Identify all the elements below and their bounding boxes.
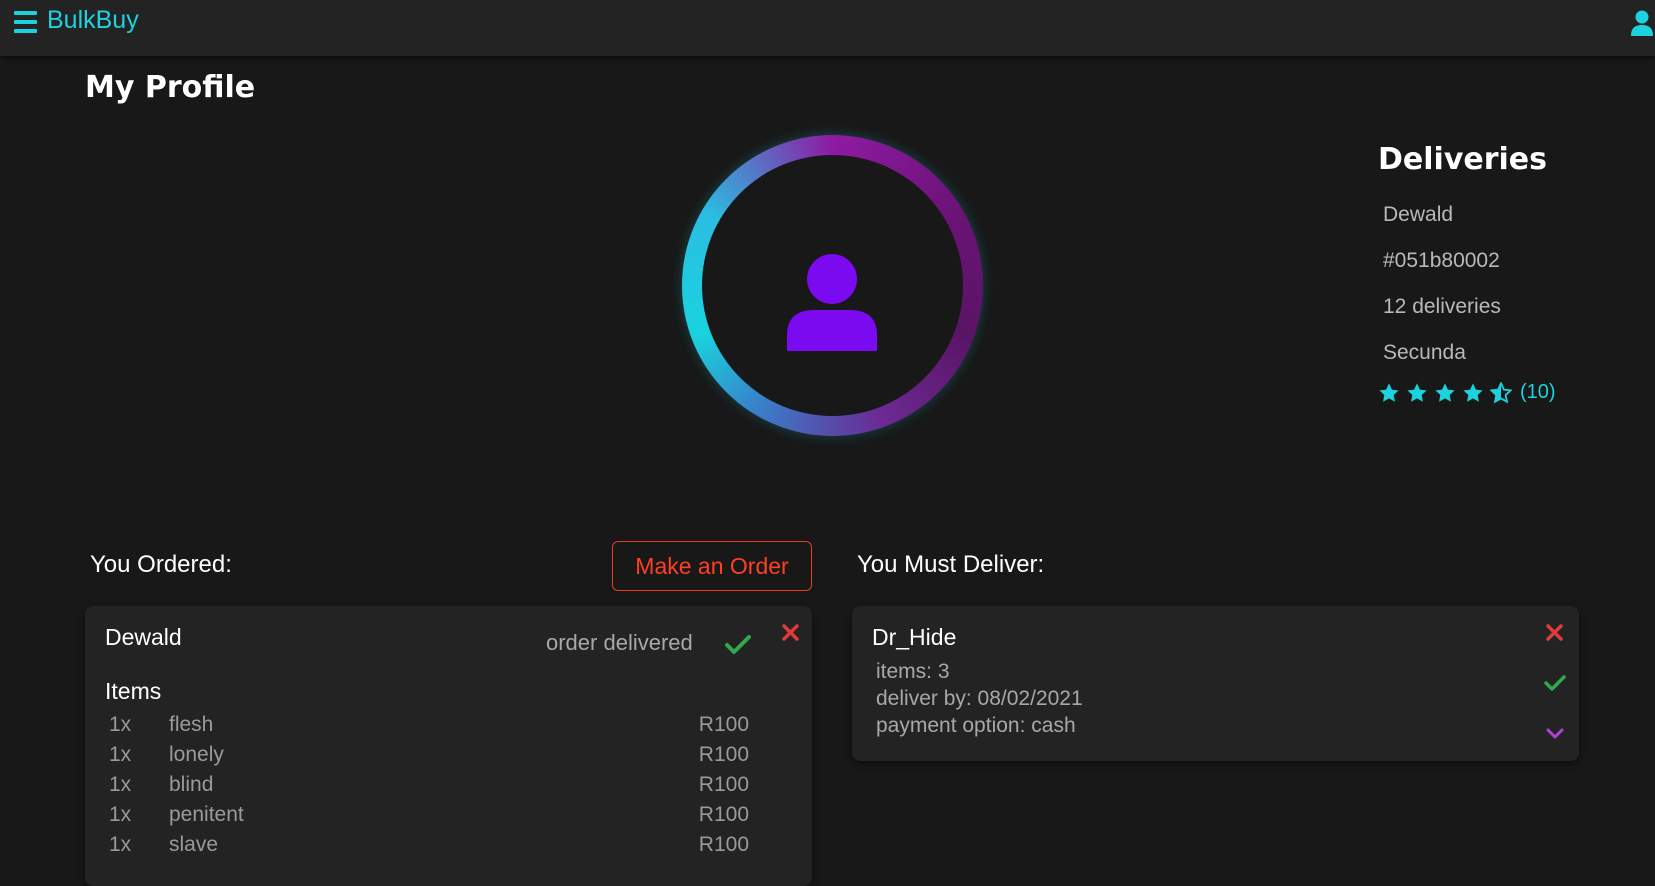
item-name: flesh [169,713,214,736]
deliverer-name: Dewald [1383,203,1454,226]
item-name: penitent [169,803,244,826]
list-item: 1x flesh R100 [109,713,749,743]
make-order-button[interactable]: Make an Order [612,541,812,591]
person-icon [787,254,877,351]
star-half-icon [1490,381,1512,403]
deliverer-id: #051b80002 [1383,249,1500,272]
list-item: 1x lonely R100 [109,743,749,773]
delivery-items: items: 3 [876,660,950,683]
list-item: 1x penitent R100 [109,803,749,833]
list-item: 1x slave R100 [109,833,749,863]
delivery-payment: payment option: cash [876,714,1076,737]
item-qty: 1x [109,743,132,766]
items-title: Items [105,678,162,704]
star-icon [1407,382,1427,402]
order-customer-name: Dewald [105,624,182,650]
menu-icon[interactable] [14,11,37,33]
brand-link[interactable]: BulkBuy [47,6,139,35]
item-qty: 1x [109,803,132,826]
check-icon [725,635,751,654]
item-name: slave [169,833,219,856]
item-price: R100 [698,773,749,796]
you-must-deliver-label: You Must Deliver: [857,551,1045,578]
star-icon [1379,382,1399,402]
deliveries-panel: Deliveries Dewald #051b80002 12 deliveri… [1378,142,1638,404]
order-status: order delivered [546,630,693,655]
item-price: R100 [698,803,749,826]
page-title: My Profile [85,70,256,105]
chevron-down-icon[interactable] [1546,728,1564,740]
delivery-card: Dr_Hide items: 3 deliver by: 08/02/2021 … [852,606,1579,761]
user-icon[interactable] [1629,9,1655,37]
rating-count: (10) [1520,381,1556,403]
close-icon[interactable] [782,624,799,641]
deliveries-title: Deliveries [1378,142,1547,177]
item-qty: 1x [109,773,132,796]
delivery-count: 12 deliveries [1383,295,1501,318]
item-price: R100 [698,833,749,856]
star-icon [1463,382,1483,402]
item-name: lonely [169,743,224,766]
star-icon [1435,382,1455,402]
delivery-deliver-by: deliver by: 08/02/2021 [876,687,1083,710]
list-item: 1x blind R100 [109,773,749,803]
item-price: R100 [698,713,749,736]
item-qty: 1x [109,833,132,856]
avatar [702,155,963,416]
delivery-customer-name: Dr_Hide [872,624,957,650]
close-icon[interactable] [1546,624,1563,641]
item-qty: 1x [109,713,132,736]
delivery-details: items: 3 deliver by: 08/02/2021 payment … [876,658,1083,739]
top-navbar: BulkBuy [0,0,1655,56]
avatar-ring [682,135,983,436]
check-icon[interactable] [1544,674,1566,692]
item-name: blind [169,773,214,796]
you-ordered-label: You Ordered: [90,551,232,578]
star-rating: (10) [1378,381,1638,404]
item-price: R100 [698,743,749,766]
order-card: Dewald order delivered Items 1x flesh R1… [85,606,812,886]
